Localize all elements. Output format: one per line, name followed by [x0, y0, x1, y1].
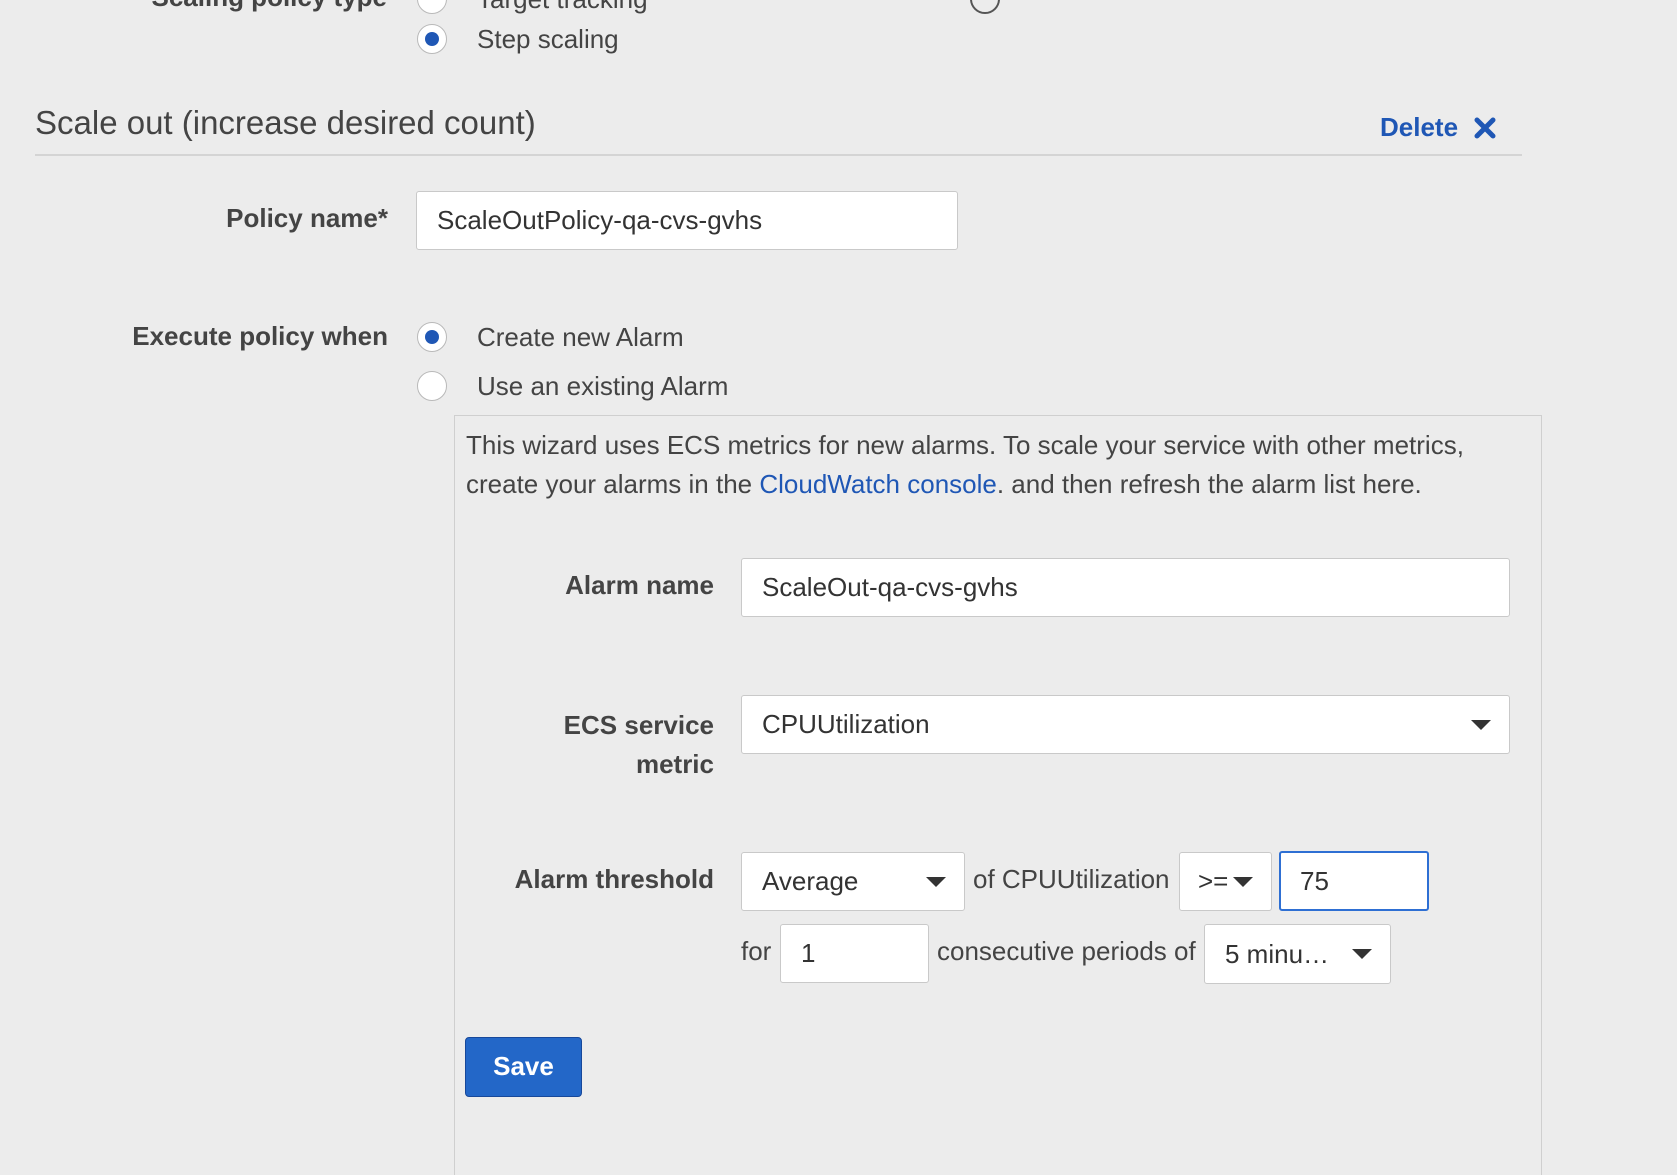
of-metric-text: of CPUUtilization [973, 864, 1170, 894]
delete-button[interactable]: Delete [1380, 112, 1496, 143]
operator-select[interactable]: >= [1179, 852, 1272, 911]
chevron-down-icon [1233, 876, 1253, 887]
wizard-info-text: This wizard uses ECS metrics for new ala… [466, 426, 1526, 504]
periods-input[interactable] [780, 924, 929, 983]
policy-type-label: Scaling policy type [151, 0, 387, 13]
cloudwatch-console-link[interactable]: CloudWatch console [759, 469, 997, 499]
info-icon[interactable] [970, 0, 1000, 14]
save-button-label: Save [493, 1051, 554, 1081]
metric-label: ECS service metric [564, 706, 714, 784]
alarm-name-input[interactable] [741, 558, 1510, 617]
consecutive-periods-text: consecutive periods of [937, 936, 1196, 966]
scale-out-title: Scale out (increase desired count) [35, 104, 536, 141]
metric-label-line1: ECS service [563, 710, 714, 740]
statistic-select-value: Average [762, 866, 859, 896]
metric-select[interactable]: CPUUtilization [741, 695, 1510, 754]
chevron-down-icon [1471, 719, 1491, 730]
use-existing-alarm-label[interactable]: Use an existing Alarm [477, 371, 728, 401]
policy-type-target-tracking-radio[interactable] [417, 0, 447, 14]
policy-type-step-scaling-radio[interactable] [417, 24, 447, 54]
delete-label: Delete [1380, 112, 1459, 142]
alarm-threshold-label: Alarm threshold [514, 864, 714, 894]
statistic-select[interactable]: Average [741, 852, 965, 911]
metric-select-value: CPUUtilization [762, 709, 930, 739]
chevron-down-icon [926, 876, 946, 887]
alarm-name-label: Alarm name [565, 570, 714, 600]
threshold-value-input[interactable] [1279, 851, 1429, 911]
close-icon [1474, 117, 1496, 138]
period-length-value: 5 minu… [1225, 938, 1330, 969]
save-button[interactable]: Save [465, 1037, 582, 1097]
use-existing-alarm-radio[interactable] [417, 371, 447, 401]
execute-policy-label: Execute policy when [132, 321, 388, 351]
section-divider [35, 154, 1522, 156]
new-alarm-panel [454, 415, 1542, 1175]
info-text-after: . and then refresh the alarm list here. [996, 469, 1422, 499]
create-new-alarm-label[interactable]: Create new Alarm [477, 322, 684, 352]
policy-type-target-tracking-label[interactable]: Target tracking [477, 0, 648, 14]
policy-type-step-scaling-label[interactable]: Step scaling [477, 24, 619, 54]
for-text: for [741, 936, 772, 966]
policy-name-label: Policy name* [226, 203, 388, 233]
period-length-select[interactable]: 5 minu… [1204, 924, 1391, 984]
chevron-down-icon [1352, 949, 1372, 959]
operator-select-value: >= [1198, 866, 1229, 896]
create-new-alarm-radio[interactable] [417, 322, 447, 352]
metric-label-line2: metric [635, 749, 714, 779]
policy-name-input[interactable] [416, 191, 958, 250]
